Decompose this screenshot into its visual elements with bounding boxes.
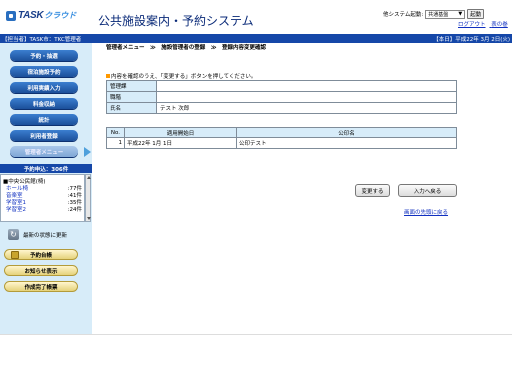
department-value — [156, 80, 457, 92]
reservation-count-header: 予約申込：306件 — [0, 164, 92, 173]
nav-reservation-lottery[interactable]: 予約・抽選 — [10, 50, 78, 61]
breadcrumb: 管理者メニュー ≫ 施設管理者の登録 ≫ 登録内容変更確認 — [106, 45, 267, 51]
system-launch-button[interactable]: 起動 — [467, 9, 485, 19]
row-seal-name: 公印テスト — [236, 137, 457, 149]
refresh-button[interactable]: ↻ 最新の状態に更新 — [8, 229, 67, 240]
position-value — [156, 91, 457, 103]
logo: TASK クラウド — [6, 10, 76, 21]
nav-usage-input[interactable]: 利用実績入力 — [10, 82, 78, 93]
facility-list: ■中央公民館(椅) ホール椅:77件 音楽室:41件 学習室1:35件 学習室2… — [0, 174, 85, 222]
header-links: ログアウト 表の巻 — [458, 20, 512, 28]
reservation-ledger-button[interactable]: 予約台帳 — [4, 249, 78, 260]
system-select-value: 共通基盤 — [428, 11, 449, 18]
system-switch-label: 他システム起動: — [383, 12, 424, 18]
row-start-date: 平成22年 1月 1日 — [124, 137, 237, 149]
header: TASK クラウド 公共施設案内・予約システム 他システム起動: 共通基盤 ▼ … — [0, 0, 512, 34]
list-item[interactable]: 学習室1:35件 — [3, 200, 82, 207]
row-no: 1 — [106, 137, 125, 149]
list-item[interactable]: 音楽室:41件 — [3, 193, 82, 200]
instruction-notice: 内容を確認のうえ、「変更する」ボタンを押してください。 — [106, 72, 256, 80]
today-date: 【本日】平成22年 3月 2日(火) — [433, 36, 510, 43]
logout-link[interactable]: ログアウト — [458, 22, 486, 28]
status-bar: 【担当者】TASK市：TKC管理者 【本日】平成22年 3月 2日(火) — [0, 34, 512, 43]
refresh-icon: ↻ — [8, 229, 19, 240]
nav-fee-collection[interactable]: 料金収納 — [10, 98, 78, 109]
table-row: 職階 — [106, 91, 457, 103]
department-label: 管理課 — [106, 80, 157, 92]
operator-info: 【担当者】TASK市：TKC管理者 — [2, 36, 82, 43]
column-header-seal-name: 公印名 — [236, 127, 457, 138]
column-header-start-date: 適用開始日 — [124, 127, 237, 138]
position-label: 職階 — [106, 91, 157, 103]
chevron-down-icon: ▼ — [458, 11, 463, 17]
completed-forms-button[interactable]: 作成完了帳票 — [4, 281, 78, 292]
column-header-no: No. — [106, 127, 125, 138]
bullet-icon — [106, 74, 110, 78]
notice-display-button[interactable]: お知らせ表示 — [4, 265, 78, 276]
table-header-row: No. 適用開始日 公印名 — [106, 127, 457, 138]
table-row: 氏名 テスト 次郎 — [106, 102, 457, 114]
nav-user-registration[interactable]: 利用者登録 — [10, 130, 78, 141]
system-select[interactable]: 共通基盤 ▼ — [425, 9, 466, 19]
ledger-icon — [11, 251, 19, 259]
name-label: 氏名 — [106, 102, 157, 114]
list-item[interactable]: ホール椅:77件 — [3, 186, 82, 193]
facility-group: ■中央公民館(椅) — [3, 179, 46, 185]
change-button[interactable]: 変更する — [355, 184, 390, 197]
nav-lodging-reservation[interactable]: 宿泊施設予約 — [10, 66, 78, 77]
admin-info-table: 管理課 職階 氏名 テスト 次郎 — [106, 80, 457, 114]
table-row: 1 平成22年 1月 1日 公印テスト — [106, 137, 457, 149]
hide-menu-link[interactable]: 表の巻 — [491, 22, 508, 28]
name-value: テスト 次郎 — [156, 102, 457, 114]
refresh-label: 最新の状態に更新 — [23, 232, 68, 239]
logo-cloud-text: クラウド — [44, 11, 77, 20]
app-title: 公共施設案内・予約システム — [98, 14, 254, 28]
list-item[interactable]: 学習室2:24件 — [3, 207, 82, 214]
table-row: 管理課 — [106, 80, 457, 92]
system-switch: 他システム起動: 共通基盤 ▼ 起動 — [383, 9, 485, 19]
seal-table: No. 適用開始日 公印名 1 平成22年 1月 1日 公印テスト — [106, 127, 457, 149]
logo-task-text: TASK — [18, 10, 44, 21]
footer — [0, 334, 512, 384]
back-to-top-link[interactable]: 画面の先頭に戻る — [404, 208, 448, 216]
nav-statistics[interactable]: 統計 — [10, 114, 78, 125]
active-pointer-icon — [84, 147, 91, 157]
facility-scrollbar[interactable] — [85, 174, 91, 222]
logo-mark-icon — [6, 10, 16, 21]
nav-admin-menu[interactable]: 管理者メニュー — [10, 146, 78, 157]
back-to-input-button[interactable]: 入力へ戻る — [398, 184, 457, 197]
